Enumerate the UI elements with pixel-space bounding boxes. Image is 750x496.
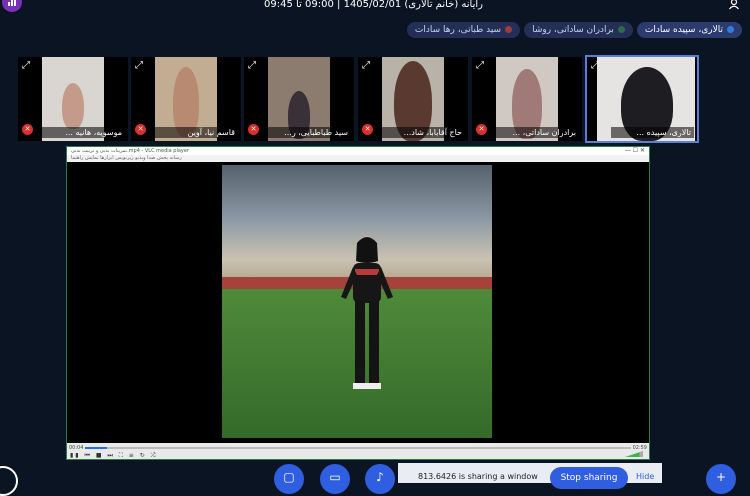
playback-buttons[interactable]: ▮▮ ⏮ ■ ⏭ ⛶ ≡ ↻ ⤮ xyxy=(70,452,157,460)
seek-progress xyxy=(85,447,107,449)
participant-name: موسویه، هانیه ... xyxy=(42,127,125,138)
chip-participant[interactable]: سید طباتی، رها سادات xyxy=(406,22,521,38)
video-tile[interactable]: ⤢ ✕ قاسم نیا، آوین xyxy=(131,57,241,141)
video-tile[interactable]: ⤢ ✕ برادران ساداتی، ... xyxy=(472,57,582,141)
participant-figure xyxy=(62,83,84,129)
mic-button[interactable]: ♪ xyxy=(365,464,395,494)
meeting-title: رایانه (خانم تالاری) 1405/02/01 | 09:00 … xyxy=(264,0,483,10)
expand-icon[interactable]: ⤢ xyxy=(362,60,370,71)
expand-icon[interactable]: ⤢ xyxy=(476,60,484,71)
stop-sharing-button[interactable]: Stop sharing xyxy=(550,467,628,489)
chip-label: سید طباتی، رها سادات xyxy=(414,25,502,35)
chip-label: برادران ساداتی، روشا xyxy=(532,25,614,35)
time-end: 02:59 xyxy=(632,445,647,451)
window-buttons: — ☐ ✕ xyxy=(624,147,645,154)
video-tile[interactable]: ⤢ ✕ سید طباطبایی، ر... xyxy=(244,57,354,141)
chip-speaker[interactable]: تالاری، سپیده سادات xyxy=(636,22,742,38)
user-icon[interactable] xyxy=(728,0,740,13)
camera-button[interactable]: ▭ xyxy=(320,464,350,494)
app-logo-icon[interactable] xyxy=(2,0,22,12)
expand-icon[interactable]: ⤢ xyxy=(591,60,599,71)
participant-name: برادران ساداتی، ... xyxy=(496,127,579,138)
video-tile-self[interactable]: ⤢ تالاری، سپیده ... xyxy=(585,55,699,143)
mic-icon: ♪ xyxy=(376,470,384,484)
video-frame xyxy=(222,165,492,438)
expand-icon[interactable]: ⤢ xyxy=(22,60,30,71)
participant-name: تالاری، سپیده ... xyxy=(611,127,694,138)
mic-muted-icon: ✕ xyxy=(476,124,487,135)
mic-muted-icon: ✕ xyxy=(248,124,259,135)
mic-muted-icon: ✕ xyxy=(362,124,373,135)
mic-muted-icon: ✕ xyxy=(135,124,146,135)
chat-icon: ▢ xyxy=(283,470,295,484)
time-start: 00:04 xyxy=(69,445,84,451)
chip-label: تالاری، سپیده سادات xyxy=(644,25,723,35)
sharing-banner: 813.6426 is sharing a window Stop sharin… xyxy=(398,463,662,489)
seek-bar[interactable] xyxy=(85,447,631,449)
mic-muted-icon: ✕ xyxy=(22,124,33,135)
player-menu: رسانه پخش صدا ویدیو زیرنویس ابزارها نمای… xyxy=(67,155,649,162)
window-title-text: تمرینات بدنی و تربیت بدنی.mp4 - VLC medi… xyxy=(71,148,190,154)
chat-button[interactable]: ▢ xyxy=(274,464,304,494)
expand-icon[interactable]: ⤢ xyxy=(135,60,143,71)
muted-dot xyxy=(505,26,513,33)
video-tile[interactable]: ⤢ ✕ موسویه، هانیه ... xyxy=(18,57,128,141)
speaking-dot xyxy=(727,26,734,33)
add-button[interactable]: + xyxy=(706,464,736,494)
participant-name: سید طباطبایی، ر... xyxy=(268,127,351,138)
top-bar: رایانه (خانم تالاری) 1405/02/01 | 09:00 … xyxy=(0,0,750,14)
expand-icon[interactable]: ⤢ xyxy=(248,60,256,71)
options-icon[interactable] xyxy=(0,466,18,496)
shared-window-title: تمرینات بدنی و تربیت بدنی.mp4 - VLC medi… xyxy=(67,147,649,155)
chip-participant[interactable]: برادران ساداتی، روشا xyxy=(524,22,633,38)
instructor-figure xyxy=(341,236,393,389)
participant-name: قاسم نیا، آوین xyxy=(155,127,238,138)
participant-name: حاج آقابابا، شاد... xyxy=(382,127,465,138)
screen-share: تمرینات بدنی و تربیت بدنی.mp4 - VLC medi… xyxy=(66,146,650,460)
plus-icon: + xyxy=(715,470,727,484)
media-controls: 00:04 02:59 ▮▮ ⏮ ■ ⏭ ⛶ ≡ ↻ ⤮ xyxy=(67,443,649,459)
volume-icon[interactable] xyxy=(625,451,643,457)
participant-chips: تالاری، سپیده سادات برادران ساداتی، روشا… xyxy=(406,22,742,38)
video-tile[interactable]: ⤢ ✕ حاج آقابابا، شاد... xyxy=(358,57,468,141)
camera-icon: ▭ xyxy=(329,470,341,484)
status-dot xyxy=(617,26,625,33)
